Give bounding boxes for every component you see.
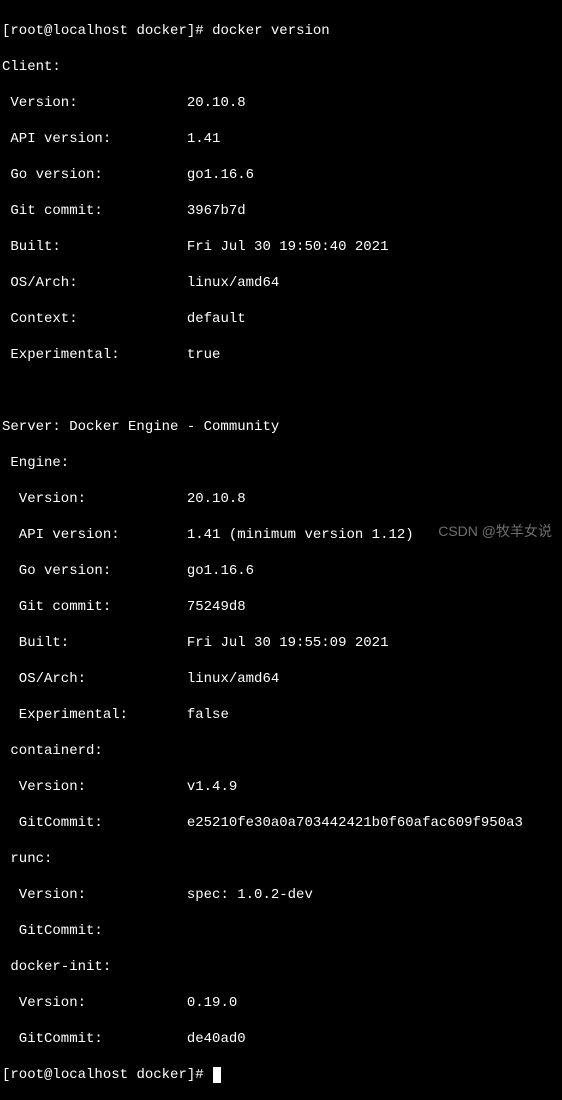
- kv-value: v1.4.9: [187, 779, 237, 795]
- kv-row: Built: Fri Jul 30 19:50:40 2021: [2, 238, 560, 256]
- kv-row: Version: spec: 1.0.2-dev: [2, 886, 560, 904]
- kv-value: go1.16.6: [187, 167, 254, 183]
- kv-value: go1.16.6: [187, 563, 254, 579]
- kv-value: default: [187, 311, 246, 327]
- client-header: Client:: [2, 58, 560, 76]
- kv-row: Version: 20.10.8: [2, 490, 560, 508]
- kv-value: e25210fe30a0a703442421b0f60afac609f950a3: [187, 815, 523, 831]
- kv-value: 75249d8: [187, 599, 246, 615]
- kv-row: Version: 0.19.0: [2, 994, 560, 1012]
- kv-label: Version:: [2, 887, 187, 903]
- kv-value: true: [187, 347, 221, 363]
- kv-label: Built:: [2, 635, 187, 651]
- kv-label: Git commit:: [2, 599, 187, 615]
- prompt-user: root: [10, 23, 44, 39]
- command-text[interactable]: docker version: [212, 23, 330, 39]
- kv-row: Context: default: [2, 310, 560, 328]
- kv-label: Go version:: [2, 563, 187, 579]
- kv-row: API version: 1.41: [2, 130, 560, 148]
- engine-label: Engine:: [2, 454, 560, 472]
- prompt-cwd: docker: [136, 1067, 186, 1083]
- kv-label: Version:: [2, 779, 187, 795]
- kv-value: 20.10.8: [187, 491, 246, 507]
- prompt-symbol: #: [195, 1067, 203, 1083]
- kv-value: 3967b7d: [187, 203, 246, 219]
- kv-label: Experimental:: [2, 347, 187, 363]
- kv-row: OS/Arch: linux/amd64: [2, 670, 560, 688]
- server-header: Server: Docker Engine - Community: [2, 418, 560, 436]
- kv-value: 1.41 (minimum version 1.12): [187, 527, 414, 543]
- kv-value: 0.19.0: [187, 995, 237, 1011]
- prompt-host: localhost: [52, 1067, 128, 1083]
- prompt-user: root: [10, 1067, 44, 1083]
- kv-label: Version:: [2, 491, 187, 507]
- dockerinit-label: docker-init:: [2, 958, 560, 976]
- kv-row: GitCommit:: [2, 922, 560, 940]
- kv-row: API version: 1.41 (minimum version 1.12): [2, 526, 560, 544]
- kv-value: false: [187, 707, 229, 723]
- containerd-label: containerd:: [2, 742, 560, 760]
- kv-label: Built:: [2, 239, 187, 255]
- kv-row: Version: 20.10.8: [2, 94, 560, 112]
- kv-row: GitCommit: de40ad0: [2, 1030, 560, 1048]
- terminal-output: [root@localhost docker]# docker version …: [2, 4, 560, 1100]
- kv-label: GitCommit:: [2, 815, 187, 831]
- kv-value: de40ad0: [187, 1031, 246, 1047]
- kv-row: OS/Arch: linux/amd64: [2, 274, 560, 292]
- prompt-line: [root@localhost docker]# docker version: [2, 22, 560, 40]
- kv-value: Fri Jul 30 19:50:40 2021: [187, 239, 389, 255]
- kv-label: OS/Arch:: [2, 275, 187, 291]
- runc-label: runc:: [2, 850, 560, 868]
- prompt-line-empty[interactable]: [root@localhost docker]#: [2, 1066, 560, 1084]
- kv-label: Git commit:: [2, 203, 187, 219]
- kv-label: Experimental:: [2, 707, 187, 723]
- kv-value: linux/amd64: [187, 275, 279, 291]
- kv-value: 20.10.8: [187, 95, 246, 111]
- prompt-host: localhost: [52, 23, 128, 39]
- kv-value: linux/amd64: [187, 671, 279, 687]
- kv-label: API version:: [2, 527, 187, 543]
- prompt-cwd: docker: [136, 23, 186, 39]
- kv-label: OS/Arch:: [2, 671, 187, 687]
- kv-value: 1.41: [187, 131, 221, 147]
- kv-label: API version:: [2, 131, 187, 147]
- cursor-icon: [213, 1067, 221, 1083]
- kv-row: Experimental: true: [2, 346, 560, 364]
- kv-label: Version:: [2, 95, 187, 111]
- kv-label: Go version:: [2, 167, 187, 183]
- kv-label: Context:: [2, 311, 187, 327]
- kv-label: GitCommit:: [2, 1031, 187, 1047]
- kv-row: Go version: go1.16.6: [2, 166, 560, 184]
- kv-row: Git commit: 75249d8: [2, 598, 560, 616]
- kv-label: Version:: [2, 995, 187, 1011]
- prompt-symbol: #: [195, 23, 203, 39]
- kv-row: GitCommit: e25210fe30a0a703442421b0f60af…: [2, 814, 560, 832]
- kv-value: spec: 1.0.2-dev: [187, 887, 313, 903]
- kv-row: Git commit: 3967b7d: [2, 202, 560, 220]
- kv-label: GitCommit:: [2, 923, 187, 939]
- kv-value: Fri Jul 30 19:55:09 2021: [187, 635, 389, 651]
- kv-row: Version: v1.4.9: [2, 778, 560, 796]
- kv-row: Experimental: false: [2, 706, 560, 724]
- kv-row: Go version: go1.16.6: [2, 562, 560, 580]
- kv-row: Built: Fri Jul 30 19:55:09 2021: [2, 634, 560, 652]
- blank-line: [2, 382, 560, 400]
